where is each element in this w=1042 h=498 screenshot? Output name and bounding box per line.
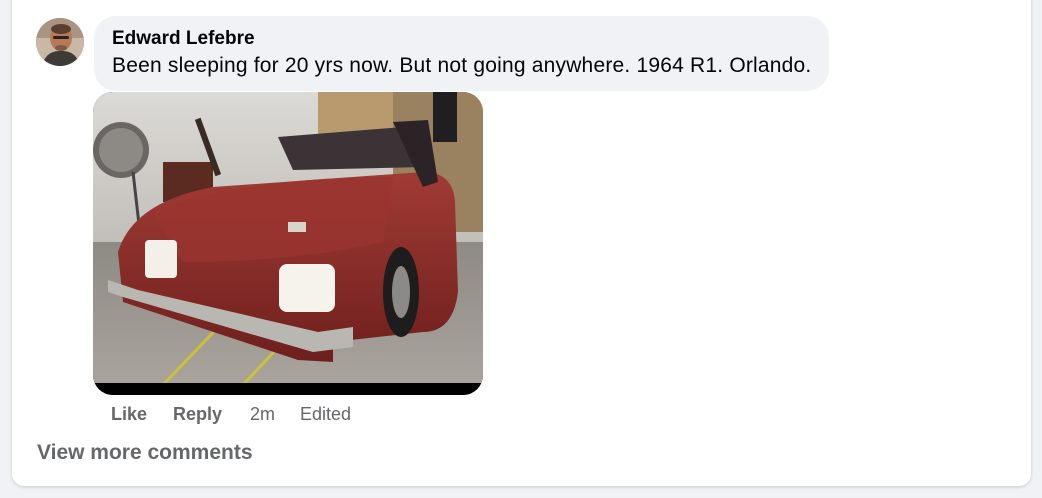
- comment-timestamp[interactable]: 2m: [250, 404, 275, 425]
- comment-photo[interactable]: [93, 92, 483, 395]
- reply-button[interactable]: Reply: [173, 404, 222, 425]
- avatar[interactable]: [36, 18, 84, 66]
- comment-text: Been sleeping for 20 yrs now. But not go…: [112, 54, 812, 77]
- car-photo-image: [93, 92, 483, 395]
- comment-bubble: Edward Lefebre Been sleeping for 20 yrs …: [94, 16, 830, 91]
- avatar-image: [36, 18, 84, 66]
- edited-label[interactable]: Edited: [300, 404, 351, 425]
- comment-author[interactable]: Edward Lefebre: [112, 28, 255, 50]
- view-more-comments-link[interactable]: View more comments: [37, 441, 253, 465]
- like-button[interactable]: Like: [111, 404, 147, 425]
